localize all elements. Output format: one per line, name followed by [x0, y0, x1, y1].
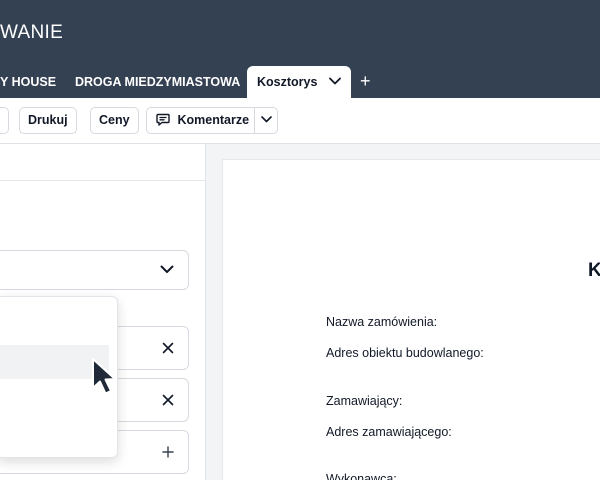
- document-heading: K: [588, 260, 600, 281]
- tab-droga-miedzymiastowa[interactable]: DROGA MIEDZYMIASTOWA: [75, 66, 240, 98]
- prices-button-label: Ceny: [99, 113, 130, 127]
- split-divider: [254, 107, 255, 134]
- plus-icon[interactable]: [162, 445, 174, 463]
- print-button-label: Drukuj: [28, 113, 68, 127]
- field-label-contractor: Wykonawca:: [326, 472, 397, 480]
- print-button[interactable]: Drukuj: [19, 107, 77, 134]
- mouse-pointer-icon: [90, 357, 120, 402]
- left-panel: [0, 144, 206, 480]
- tab-label: Y HOUSE: [0, 75, 57, 89]
- comment-icon: [156, 113, 173, 127]
- field-label-client: Zamawiający:: [326, 394, 403, 408]
- tab-y-house[interactable]: Y HOUSE: [0, 66, 56, 98]
- toolbar-button-partial[interactable]: [0, 107, 9, 134]
- panel-divider: [0, 180, 205, 181]
- tab-label: DROGA MIEDZYMIASTOWA: [75, 75, 241, 89]
- close-icon[interactable]: [162, 341, 174, 359]
- tab-label: Kosztorys: [257, 75, 318, 89]
- chevron-down-icon[interactable]: [329, 65, 341, 97]
- document-page: K Nazwa zamówienia: Adres obiektu budowl…: [222, 159, 600, 480]
- prices-button[interactable]: Ceny: [90, 107, 139, 134]
- field-label-site-address: Adres obiektu budowlanego:: [326, 346, 484, 360]
- comments-button[interactable]: Komentarze: [177, 113, 249, 127]
- app-header: WANIE: [0, 0, 600, 66]
- field-label-order-name: Nazwa zamówienia:: [326, 315, 438, 329]
- close-icon[interactable]: [162, 393, 174, 411]
- document-viewport: K Nazwa zamówienia: Adres obiektu budowl…: [206, 144, 600, 480]
- app-title: WANIE: [0, 22, 64, 43]
- tab-kosztorys[interactable]: Kosztorys: [247, 66, 351, 98]
- select-dropdown[interactable]: [0, 250, 189, 290]
- add-tab-button[interactable]: +: [360, 66, 371, 98]
- comments-button-group: Komentarze: [146, 107, 278, 134]
- tab-bar: Y HOUSE DROGA MIEDZYMIASTOWA Kosztorys +: [0, 66, 600, 98]
- field-label-client-address: Adres zamawiającego:: [326, 425, 452, 439]
- chevron-down-icon[interactable]: [261, 108, 272, 133]
- toolbar: Drukuj Ceny Komentarze: [0, 98, 600, 144]
